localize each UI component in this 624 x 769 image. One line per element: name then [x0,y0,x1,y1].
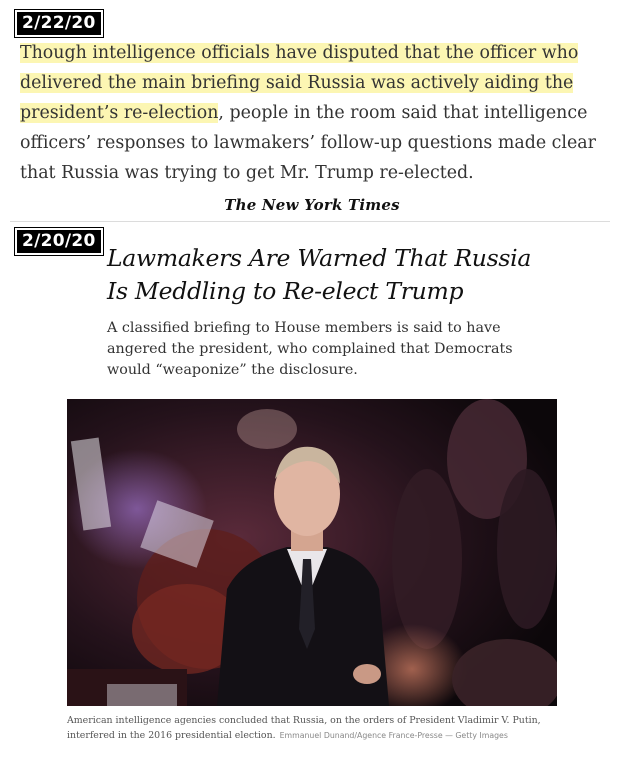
photo-credit: Emmanuel Dunand/Agence France-Presse — G… [279,731,508,740]
article-photo [67,399,557,706]
date-badge-article: 2/20/20 [15,228,103,255]
photo-illustration [67,399,557,706]
headline-line-2: Is Meddling to Re-elect Trump [107,277,464,305]
date-badge-update: 2/22/20 [15,10,103,37]
nyt-logo: The New York Times [224,196,400,214]
section-divider [10,221,610,222]
article-headline[interactable]: Lawmakers Are Warned That Russia Is Medd… [107,242,587,308]
quote-paragraph: Though intelligence officials have dispu… [20,38,610,188]
article-dek: A classified briefing to House members i… [107,320,513,378]
photo-caption: American intelligence agencies concluded… [67,713,557,743]
headline-line-1: Lawmakers Are Warned That Russia [107,244,532,272]
